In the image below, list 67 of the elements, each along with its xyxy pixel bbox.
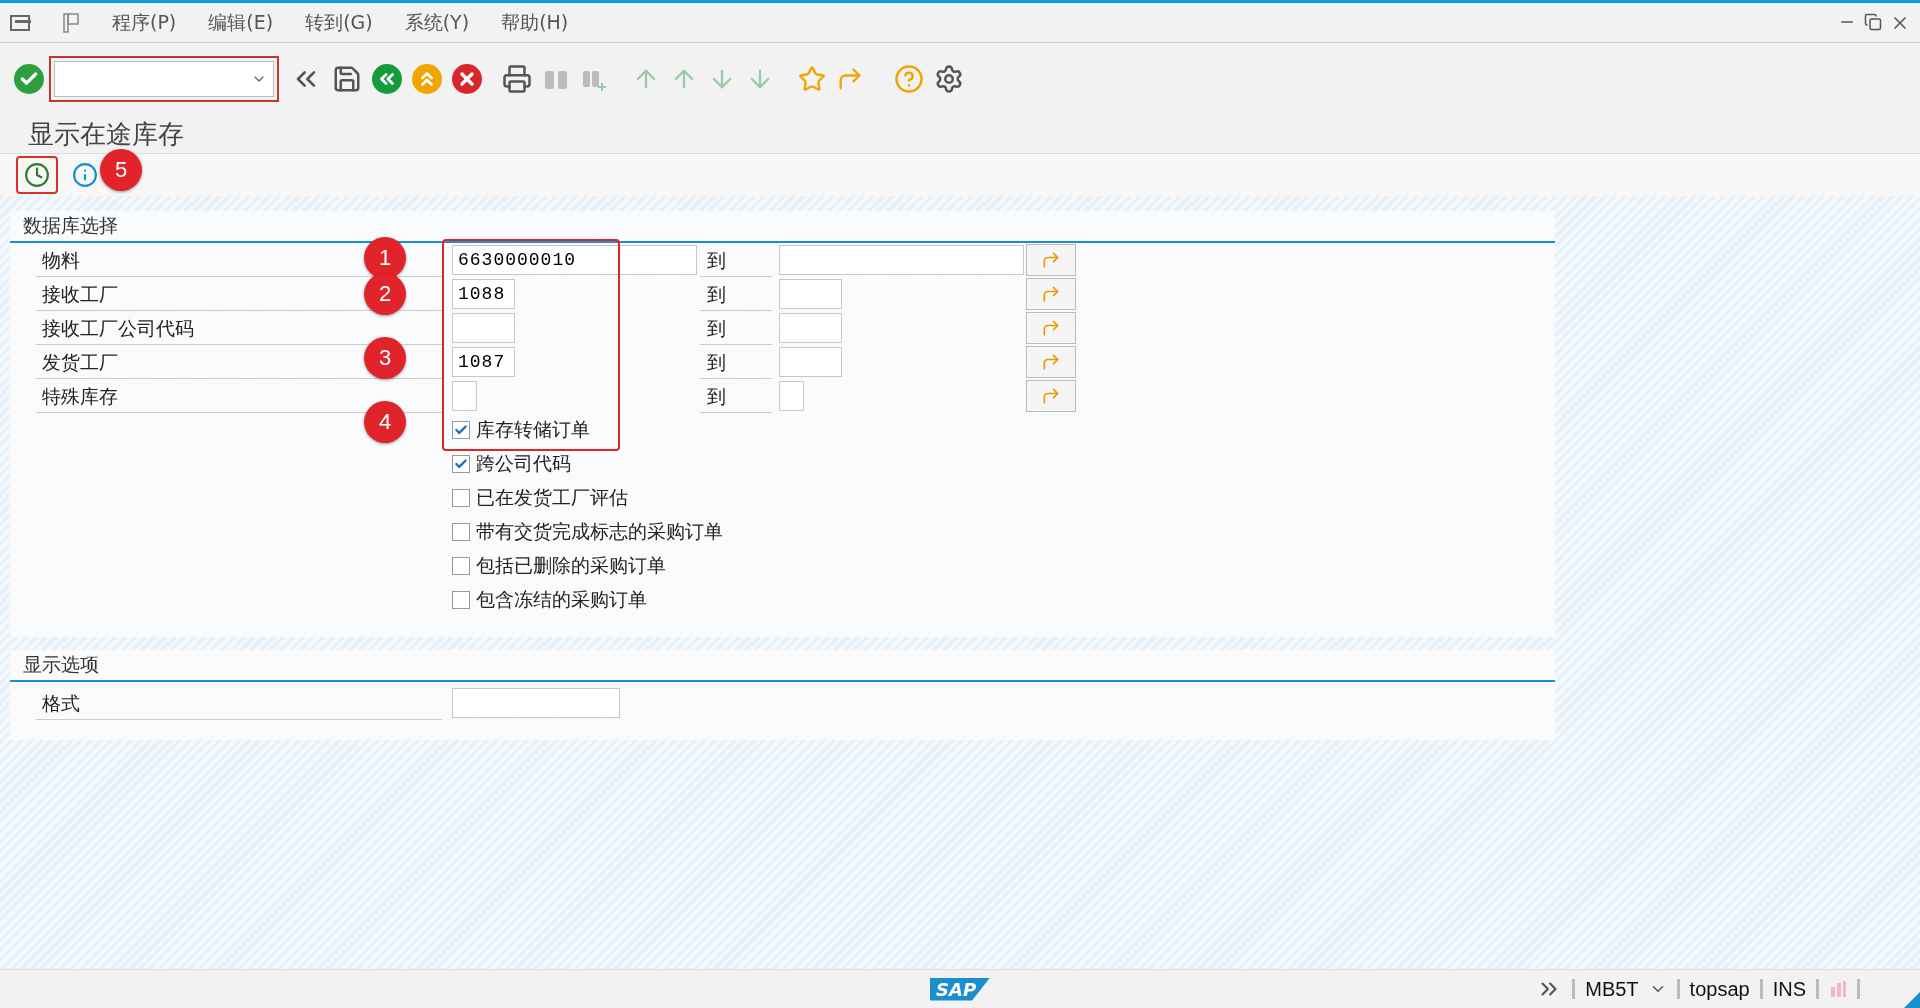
input-mode: INS [1772, 977, 1806, 1001]
checkbox[interactable] [452, 489, 470, 507]
layout-input[interactable] [452, 688, 620, 718]
arrow-icon [1041, 284, 1061, 304]
save-icon[interactable] [332, 64, 362, 94]
from-input[interactable] [452, 381, 477, 411]
checkbox[interactable] [452, 557, 470, 575]
arrow-icon [1041, 386, 1061, 406]
menu-item[interactable]: 转到(G) [289, 9, 389, 36]
field-label: 格式 [36, 686, 442, 720]
multiple-selection-button[interactable] [1026, 278, 1076, 310]
info-icon [72, 162, 98, 188]
new-window-star-icon[interactable] [798, 65, 826, 93]
settings-icon[interactable] [934, 64, 964, 94]
multiple-selection-button[interactable] [1026, 346, 1076, 378]
checkbox-label: 库存转储订单 [476, 417, 590, 442]
multiple-selection-button[interactable] [1026, 312, 1076, 344]
to-input[interactable] [779, 381, 804, 411]
menu-item[interactable]: 帮助(H) [485, 9, 585, 36]
checkbox[interactable] [452, 455, 470, 473]
check-icon[interactable] [14, 64, 44, 94]
printer-icon[interactable] [502, 64, 532, 94]
cancel-icon[interactable] [452, 64, 482, 94]
to-label: 到 [700, 243, 772, 277]
arrow-icon [1041, 318, 1061, 338]
from-input[interactable]: 1087 [452, 347, 515, 377]
clock-icon [24, 162, 50, 188]
help-icon[interactable] [894, 64, 924, 94]
group-title: 显示选项 [23, 652, 99, 677]
checkbox-label: 已在发货工厂评估 [476, 485, 628, 510]
checkbox-label: 跨公司代码 [476, 451, 571, 476]
checkbox-label: 带有交货完成标志的采购订单 [476, 519, 723, 544]
to-label: 到 [700, 345, 772, 379]
checkbox[interactable] [452, 591, 470, 609]
to-label: 到 [700, 277, 772, 311]
restore-icon[interactable] [1864, 12, 1882, 33]
checkbox-label: 包括已删除的采购订单 [476, 553, 666, 578]
back-icon[interactable] [372, 64, 402, 94]
multiple-selection-button[interactable] [1026, 380, 1076, 412]
menu-item[interactable]: 编辑(E) [192, 9, 290, 36]
arrow-icon [1041, 352, 1061, 372]
from-input[interactable] [452, 313, 515, 343]
to-label: 到 [700, 379, 772, 413]
checkbox[interactable] [452, 523, 470, 541]
arrow-icon [1041, 250, 1061, 270]
menu-item[interactable]: 系统(Y) [388, 9, 486, 36]
from-input[interactable]: 6630000010 [452, 245, 697, 275]
menu-icon[interactable] [10, 13, 32, 32]
resize-grip-icon[interactable] [1904, 992, 1920, 1008]
to-input[interactable] [779, 245, 1024, 275]
from-input[interactable]: 1088 [452, 279, 515, 309]
to-input[interactable] [779, 279, 842, 309]
app-icon[interactable] [62, 11, 82, 34]
exit-icon[interactable] [412, 64, 442, 94]
execute-button[interactable] [16, 156, 58, 194]
checkbox[interactable] [452, 421, 470, 439]
to-label: 到 [700, 311, 772, 345]
transaction-code: MB5T [1585, 977, 1639, 1001]
to-input[interactable] [779, 313, 842, 343]
user-name: topsap [1689, 977, 1750, 1001]
group-title: 数据库选择 [23, 213, 118, 238]
checkbox-label: 包含冻结的采购订单 [476, 587, 647, 612]
sap-logo: SAP [930, 977, 991, 1001]
to-input[interactable] [779, 347, 842, 377]
bar-chart-icon [1829, 979, 1847, 999]
multiple-selection-button[interactable] [1026, 244, 1076, 276]
menu-item[interactable]: 程序(P) [96, 9, 193, 36]
